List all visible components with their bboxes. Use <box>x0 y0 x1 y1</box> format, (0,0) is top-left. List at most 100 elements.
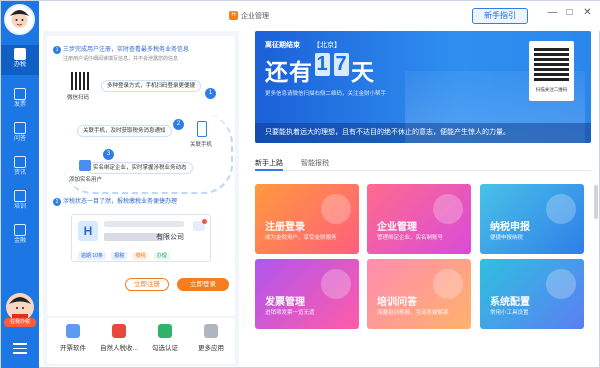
training-icon <box>14 190 26 202</box>
rail-item-qa[interactable]: 问答 <box>1 119 39 149</box>
app-title: 企业管理 <box>241 13 269 20</box>
chip-handle[interactable]: 办理 <box>153 252 170 260</box>
company-logo: H <box>78 221 98 241</box>
tile-company[interactable]: 企业管理 管理绑定企业，实名制账号 <box>367 184 471 254</box>
tab-smart-tax[interactable]: 智能报税 <box>301 158 329 168</box>
register-button[interactable]: 立即注册 <box>125 278 169 291</box>
scrollbar[interactable] <box>594 185 598 219</box>
qr-label: 扫描关注二维码 <box>535 87 568 92</box>
banner-quote: 只要能执着远大的理想，且有不达目的绝不休止的意志，便能产生惊人的力量。 <box>255 123 591 143</box>
tile-decoration <box>546 269 576 299</box>
tile-declare[interactable]: 纳税申报 便捷申报纳税 <box>480 184 584 254</box>
rail-item-tax[interactable]: 办税 <box>1 45 39 75</box>
step-circle-2: 2 <box>173 119 184 130</box>
rail-item-finance[interactable]: 金融 <box>1 221 39 251</box>
tile-decoration <box>321 269 351 299</box>
step-circle-1: 1 <box>205 88 216 99</box>
company-card: H 有限公司 逾期 10条 报税 缴税 办理 <box>71 214 211 262</box>
invoice-software-icon <box>66 324 80 338</box>
step1-sub: 注册用户请仔细阅读填写信息，并不会泄露您的信息 <box>63 56 179 62</box>
tile-register[interactable]: 注册登录 成为金财用户，享受金财服务 <box>255 184 359 254</box>
login-button[interactable]: 立即登录 <box>177 278 229 291</box>
step1-text: 三步完成用户注册，实时查看最多税务业务信息 <box>63 47 190 53</box>
chip-file[interactable]: 报税 <box>111 252 128 260</box>
step2-text: 涉税状态一目了然，报税缴税业务便捷办理 <box>63 199 178 205</box>
blurred-text <box>104 233 164 241</box>
qr-code-icon <box>534 46 569 81</box>
rail-item-label: 资讯 <box>13 170 26 176</box>
personal-tax-icon <box>112 324 126 338</box>
menu-icon[interactable] <box>13 343 27 354</box>
tool-check-auth[interactable]: 勾选认证 <box>143 324 187 352</box>
rail-item-label: 培训 <box>13 204 26 210</box>
app-window: 办税 发票 问答 资讯 培训 金融 任我办税 H 企业管理 新手指引 — □ ✕… <box>0 0 600 368</box>
rail-item-invoice[interactable]: 发票 <box>1 85 39 115</box>
more-apps-icon <box>204 324 218 338</box>
status-chips: 逾期 10条 报税 缴税 办理 <box>78 250 173 260</box>
title-bar: H 企业管理 新手指引 — □ ✕ <box>39 1 600 31</box>
location-select[interactable]: 【北京】 <box>313 40 341 50</box>
banner-note: 更多信息请微信扫描右侧二维码，关注金财小帮手 <box>265 91 387 97</box>
bubble-phone: 关联手机，及时获取税务消息通知 <box>77 125 172 137</box>
mascot-tag[interactable]: 任我办税 <box>4 318 36 327</box>
add-user-label: 添加实名用户 <box>69 177 103 183</box>
rail-item-label: 问答 <box>13 136 26 142</box>
tile-training[interactable]: 培训问答 海量培训视频，互动答疑解惑 <box>367 259 471 329</box>
rail-item-news[interactable]: 资讯 <box>1 153 39 183</box>
tile-invoice[interactable]: 发票管理 进销项发票一览无遗 <box>255 259 359 329</box>
chip-pay[interactable]: 缴税 <box>132 252 149 260</box>
blurred-text <box>104 221 184 227</box>
news-icon <box>14 156 26 168</box>
rail-item-label: 发票 <box>13 102 26 108</box>
tools-bar: 开票软件 自然人税收... 勾选认证 更多应用 <box>47 318 235 364</box>
qa-icon <box>14 122 26 134</box>
tile-title: 发票管理 <box>265 297 305 308</box>
tool-label: 自然人税收... <box>100 345 138 352</box>
banner-qr: 扫描关注二维码 <box>529 41 574 101</box>
deadline-banner: 离征期结束 【北京】 还有 1 7 天 更多信息请微信扫描右侧二维码，关注金财小帮手 … <box>255 31 591 143</box>
step2-title: 2 涉税状态一目了然，报税缴税业务便捷办理 <box>53 196 177 206</box>
step-circle-3: 3 <box>103 149 114 160</box>
tool-label: 更多应用 <box>198 345 224 352</box>
tab-newbie[interactable]: 新手上路 <box>255 158 283 171</box>
finance-icon <box>14 224 26 236</box>
guide-button[interactable]: 新手指引 <box>472 8 528 24</box>
tool-personal-tax[interactable]: 自然人税收... <box>97 324 141 352</box>
tile-decoration <box>321 194 351 224</box>
bubble-company: 实名绑定企业，实时掌握涉税业务动态 <box>87 162 193 174</box>
rail-item-training[interactable]: 培训 <box>1 187 39 217</box>
days-remaining: 还有 1 7 天 <box>265 53 375 87</box>
tile-sub: 常用小工具设置 <box>490 310 529 316</box>
minimize-button[interactable]: — <box>547 7 558 18</box>
mascot-avatar[interactable] <box>6 293 34 321</box>
tile-sub: 海量培训视频，互动答疑解惑 <box>377 310 449 316</box>
deadline-title: 离征期结束 <box>265 42 300 49</box>
invoice-icon <box>14 88 26 100</box>
tile-title: 纳税申报 <box>490 222 530 233</box>
check-auth-icon <box>158 324 172 338</box>
user-avatar[interactable] <box>4 4 35 35</box>
tile-sub: 管理绑定企业，实名制账号 <box>377 235 444 241</box>
tool-more-apps[interactable]: 更多应用 <box>189 324 233 352</box>
tile-title: 培训问答 <box>377 297 417 308</box>
tile-settings[interactable]: 系统配置 常用小工具设置 <box>480 259 584 329</box>
wechat-qr-icon <box>71 72 89 90</box>
tile-sub: 便捷申报纳税 <box>490 235 524 241</box>
feature-tabs: 新手上路 智能报税 <box>255 155 591 171</box>
app-badge: H <box>229 11 238 20</box>
tile-sub: 成为金财用户，享受金财服务 <box>265 235 337 241</box>
maximize-button[interactable]: □ <box>564 7 575 18</box>
days-digit: 1 <box>315 53 330 76</box>
company-name: 有限公司 <box>156 234 184 241</box>
chip-overdue[interactable]: 逾期 10条 <box>78 252 106 260</box>
tile-title: 企业管理 <box>377 222 417 233</box>
bubble-login: 多种登录方式，手机扫码登录更便捷 <box>101 80 202 92</box>
days-suffix: 天 <box>351 59 375 85</box>
tile-decoration <box>433 269 463 299</box>
days-prefix: 还有 <box>265 59 313 85</box>
rail-item-label: 办税 <box>13 62 26 68</box>
add-user-icon <box>79 160 91 171</box>
tool-invoice-software[interactable]: 开票软件 <box>51 324 95 352</box>
tax-icon <box>14 48 26 60</box>
close-button[interactable]: ✕ <box>582 7 593 18</box>
